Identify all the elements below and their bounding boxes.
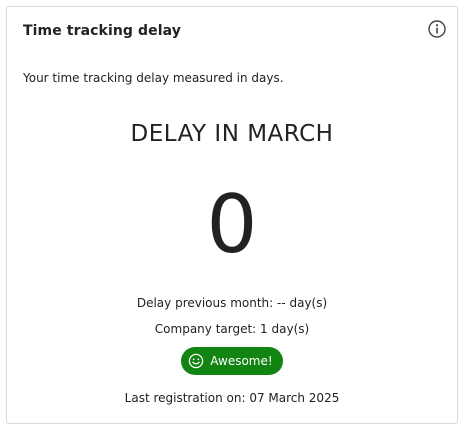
status-badge: Awesome! xyxy=(181,347,283,375)
card-title: Time tracking delay xyxy=(23,23,181,39)
status-badge-label: Awesome! xyxy=(210,354,273,368)
info-icon[interactable] xyxy=(427,19,447,39)
delay-value: 0 xyxy=(206,178,258,271)
company-target: Company target: 1 day(s) xyxy=(154,322,310,336)
time-tracking-delay-card: Time tracking delay Your time tracking d… xyxy=(6,6,458,424)
previous-month-delay: Delay previous month: -- day(s) xyxy=(136,296,328,310)
last-registration: Last registration on: 07 March 2025 xyxy=(124,391,340,405)
smiley-face-icon xyxy=(189,353,204,369)
status-badge-container: Awesome! xyxy=(7,347,457,375)
card-description: Your time tracking delay measured in day… xyxy=(23,71,284,85)
period-heading: DELAY IN MARCH xyxy=(130,121,334,147)
